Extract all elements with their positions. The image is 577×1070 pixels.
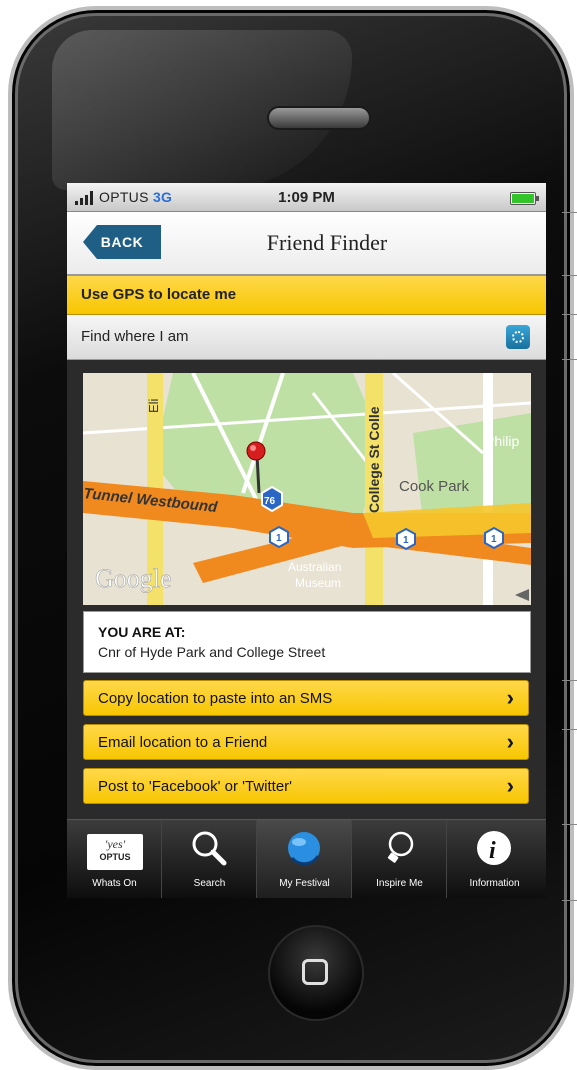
battery-icon: [510, 192, 539, 205]
elizabeth-street-label: Eli: [146, 398, 161, 413]
annotation-line: [562, 275, 577, 276]
annotation-line: [562, 729, 577, 730]
svg-text:i: i: [489, 838, 496, 864]
locate-icon: [512, 331, 524, 343]
tab-bar: 'yes' OPTUS Whats On Search My Festival: [67, 819, 546, 898]
email-location-label: Email location to a Friend: [98, 734, 268, 751]
google-logo: Google: [95, 564, 172, 593]
navigation-bar: BACK Friend Finder: [67, 212, 546, 276]
cook-park-label: Cook Park: [399, 478, 470, 495]
tab-label: Inspire Me: [376, 878, 423, 889]
status-bar: OPTUS 3G 1:09 PM: [67, 183, 546, 212]
chevron-right-icon: ›: [506, 685, 514, 710]
yes-optus-logo: 'yes' OPTUS: [87, 834, 143, 870]
app-screen: OPTUS 3G 1:09 PM BACK Friend Finder Use …: [67, 183, 546, 898]
phillip-label: Philip: [485, 433, 519, 449]
status-time: 1:09 PM: [278, 189, 335, 206]
tab-information[interactable]: i Information: [447, 820, 542, 898]
tab-inspire-me[interactable]: Inspire Me: [352, 820, 447, 898]
post-social-label: Post to 'Facebook' or 'Twitter': [98, 778, 293, 795]
pin-needle: [255, 454, 261, 494]
search-icon: [192, 831, 227, 866]
earpiece-speaker: [267, 106, 371, 130]
copy-location-label: Copy location to paste into an SMS: [98, 690, 333, 707]
back-button[interactable]: BACK: [83, 225, 161, 259]
annotation-line: [562, 212, 577, 213]
gps-section-header: Use GPS to locate me: [67, 276, 546, 315]
annotation-line: [562, 359, 577, 360]
college-street-label: College St Colle: [366, 406, 382, 513]
chevron-right-icon: ›: [506, 729, 514, 754]
tab-search[interactable]: Search: [162, 820, 257, 898]
annotation-line: [562, 680, 577, 681]
tab-my-festival[interactable]: My Festival: [257, 820, 352, 898]
annotation-line: [562, 824, 577, 825]
find-where-i-am-row[interactable]: Find where I am: [67, 315, 546, 360]
copy-location-button[interactable]: Copy location to paste into an SMS ›: [83, 680, 529, 716]
route-1-label: 1: [491, 534, 497, 545]
location-pin-icon: [246, 441, 266, 461]
chevron-right-icon: ›: [506, 773, 514, 798]
map-graphic: Eli College St Colle Philip Cook Park Tu…: [83, 373, 531, 605]
location-address: Cnr of Hyde Park and College Street: [98, 644, 326, 660]
lightbulb-icon: [387, 831, 414, 863]
logo-yes-text: 'yes': [104, 837, 126, 851]
annotation-line: [562, 900, 577, 901]
museum-label-2: Museum: [295, 576, 341, 590]
globe-icon: [288, 832, 320, 866]
info-icon: i: [477, 831, 511, 865]
annotation-line: [562, 314, 577, 315]
home-button[interactable]: [268, 925, 364, 1021]
logo-optus-text: OPTUS: [99, 852, 131, 862]
location-heading: YOU ARE AT:: [98, 624, 186, 640]
locate-button[interactable]: [506, 325, 530, 349]
post-social-button[interactable]: Post to 'Facebook' or 'Twitter' ›: [83, 768, 529, 804]
tab-label: My Festival: [279, 878, 330, 889]
tab-label: Information: [469, 878, 520, 889]
page-title: Friend Finder: [266, 230, 388, 255]
gps-section-label: Use GPS to locate me: [81, 286, 237, 303]
current-location-card: YOU ARE AT: Cnr of Hyde Park and College…: [83, 611, 531, 673]
find-where-i-am-label: Find where I am: [81, 328, 189, 345]
email-location-button[interactable]: Email location to a Friend ›: [83, 724, 529, 760]
museum-label-1: Australian: [288, 560, 341, 574]
route-76-label: 76: [264, 496, 276, 507]
home-square-icon: [302, 959, 328, 985]
route-1-label: 1: [276, 533, 282, 544]
route-1-label: 1: [403, 535, 409, 546]
map-view[interactable]: Eli College St Colle Philip Cook Park Tu…: [83, 373, 531, 605]
tab-whats-on[interactable]: 'yes' OPTUS Whats On: [67, 820, 162, 898]
phillip-street: [483, 373, 493, 605]
tab-label: Search: [193, 878, 226, 889]
tab-label: Whats On: [92, 878, 137, 889]
